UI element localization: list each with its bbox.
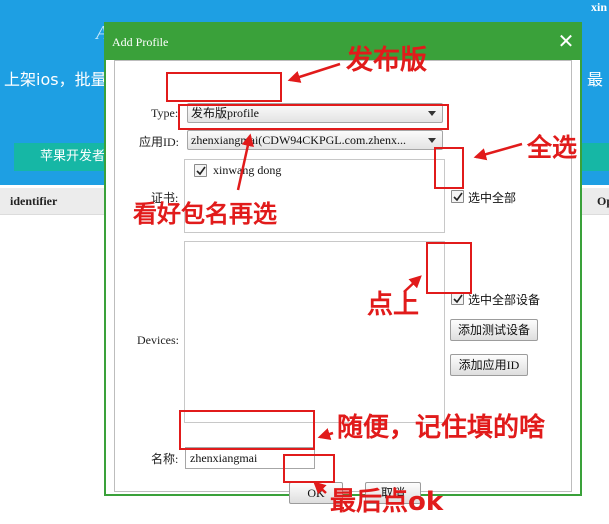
- arrow-to-select-devices: [403, 275, 422, 293]
- arrow-to-select-all: [473, 142, 523, 161]
- arrow-to-type: [287, 62, 341, 83]
- annotation-arrows: [236, 62, 523, 495]
- arrow-to-ok: [313, 481, 327, 495]
- arrow-to-name: [317, 428, 334, 441]
- arrow-to-app-id: [236, 133, 254, 191]
